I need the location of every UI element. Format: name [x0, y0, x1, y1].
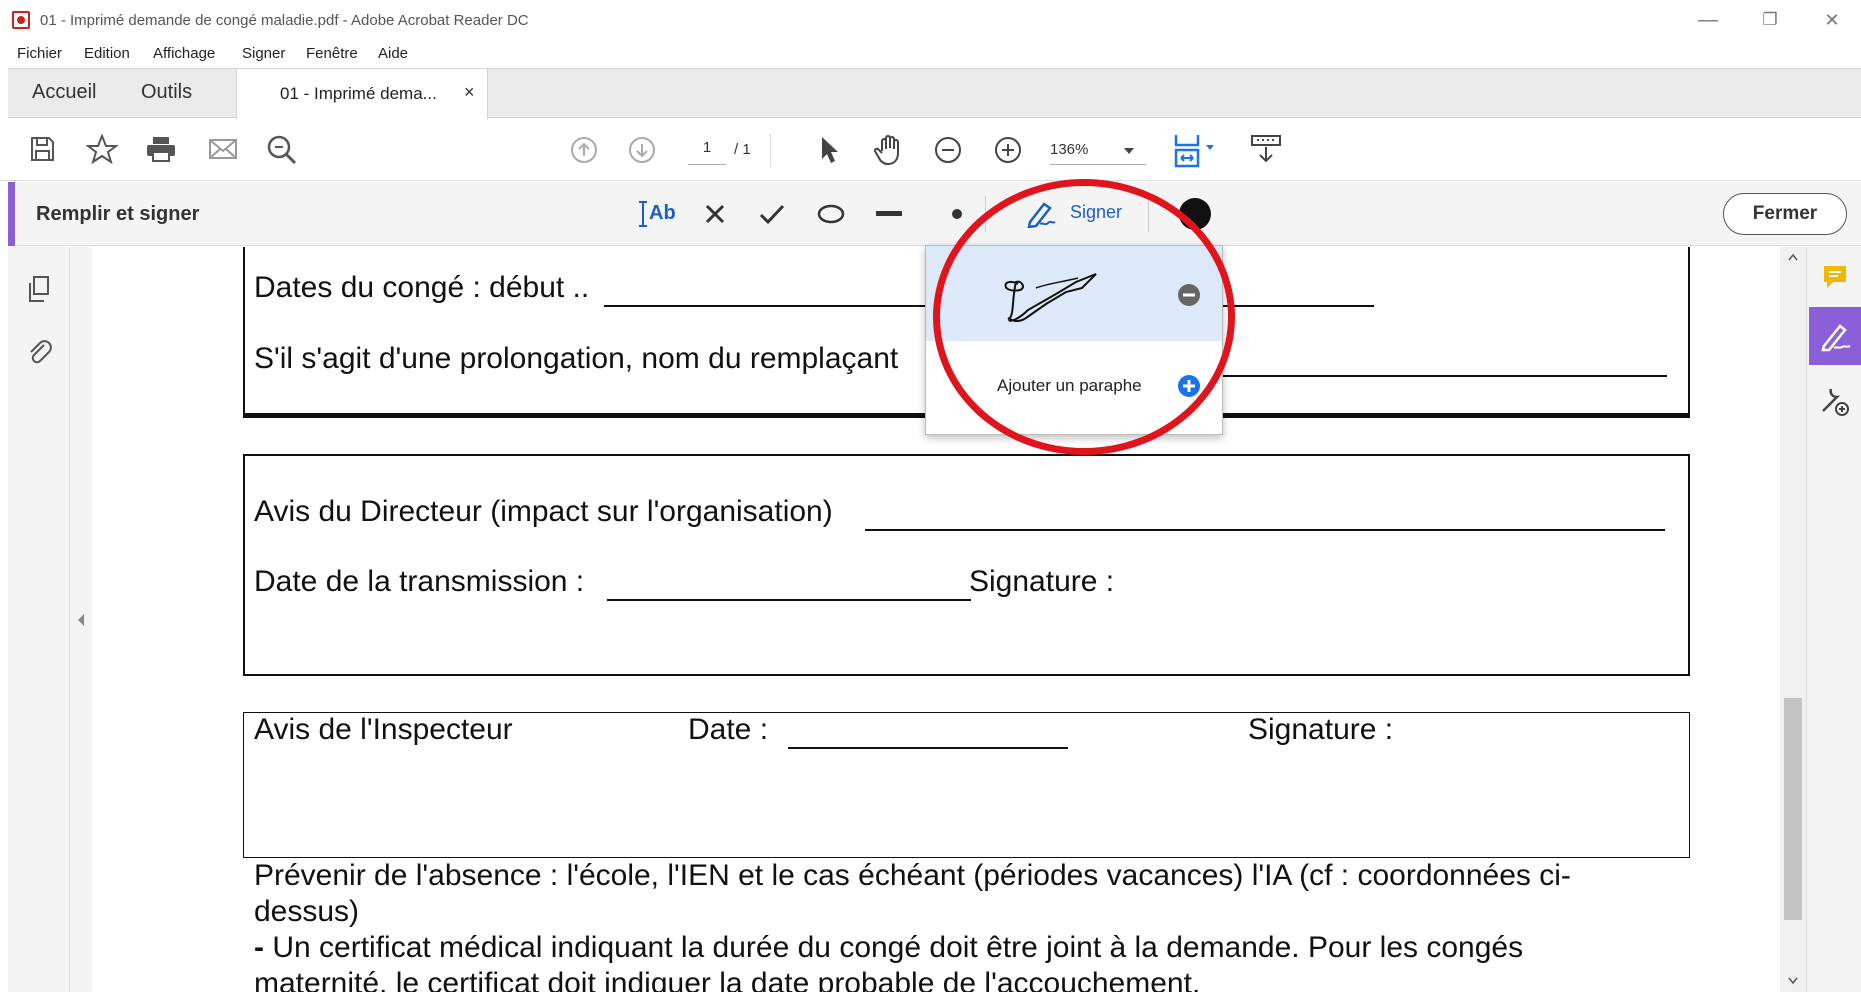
menu-fenetre[interactable]: Fenêtre: [306, 45, 358, 62]
scroll-up-arrow-icon[interactable]: [1788, 253, 1798, 261]
director-opinion-line: [865, 529, 1665, 531]
zoom-out-icon[interactable]: [933, 135, 963, 165]
menu-signer[interactable]: Signer: [242, 45, 285, 62]
menu-affichage[interactable]: Affichage: [153, 45, 215, 62]
zoom-level-select[interactable]: 136%: [1050, 139, 1146, 165]
page-display-icon[interactable]: [1172, 131, 1216, 169]
right-tools-panel: [1806, 247, 1861, 992]
hand-tool-icon[interactable]: [872, 133, 906, 167]
more-tools-icon[interactable]: [1819, 385, 1851, 417]
red-highlight-circle: [933, 179, 1235, 455]
scrollbar-thumb[interactable]: [1784, 698, 1802, 920]
document-tab-label: 01 - Imprimé dema...: [280, 84, 437, 103]
menu-bar: Fichier Edition Affichage Signer Fenêtre…: [0, 40, 1861, 68]
attachment-paperclip-icon[interactable]: [26, 337, 52, 365]
title-bar: 01 - Imprimé demande de congé maladie.pd…: [0, 0, 1861, 40]
certificate-line: - Un certificat médical indiquant la dur…: [254, 931, 1523, 965]
bullet-dash: -: [254, 931, 264, 964]
maternity-line: maternité, le certificat doit indiquer l…: [254, 967, 1201, 992]
pages-thumbnail-icon[interactable]: [26, 275, 52, 303]
comment-icon[interactable]: [1821, 263, 1849, 291]
close-tab-icon[interactable]: ×: [464, 82, 475, 103]
select-cursor-icon[interactable]: [818, 135, 840, 165]
collapse-left-arrow-icon[interactable]: [77, 613, 85, 627]
text-tool-label: Ab: [649, 202, 676, 224]
bookmark-star-icon[interactable]: [86, 134, 118, 164]
notice-line-2: dessus): [254, 895, 360, 928]
transmission-date-label: Date de la transmission :: [254, 565, 585, 598]
tab-tools[interactable]: Outils: [141, 81, 192, 104]
zoom-value: 136%: [1050, 141, 1089, 158]
section-border-right: [1688, 247, 1690, 417]
page-total: / 1: [734, 141, 751, 158]
save-icon[interactable]: [28, 135, 56, 163]
certificate-text: Un certificat médical indiquant la durée…: [264, 931, 1524, 964]
extension-label: S'il s'agit d'une prolongation, nom du r…: [254, 342, 899, 375]
acrobat-window: 01 - Imprimé demande de congé maladie.pd…: [0, 0, 1861, 992]
cross-mark-icon[interactable]: [704, 203, 726, 225]
transmission-date-line: [607, 599, 971, 601]
menu-fichier[interactable]: Fichier: [17, 45, 62, 62]
fill-sign-pen-icon: [1821, 324, 1851, 352]
notice-bold-text: Prévenir de l'absence :: [254, 859, 559, 892]
text-cursor-icon: [639, 201, 647, 227]
main-toolbar: 1 / 1 136%: [0, 119, 1861, 181]
close-fill-sign-button[interactable]: Fermer: [1723, 193, 1847, 235]
menu-edition[interactable]: Edition: [84, 45, 130, 62]
window-title: 01 - Imprimé demande de congé maladie.pd…: [40, 12, 529, 29]
search-icon[interactable]: [266, 134, 298, 166]
section-border-left: [243, 247, 245, 417]
menu-aide[interactable]: Aide: [378, 45, 408, 62]
inspector-signature-label: Signature :: [1248, 713, 1394, 746]
line-shape-icon[interactable]: [874, 211, 904, 217]
fill-sign-accent-bar: [8, 182, 15, 246]
leave-dates-label: Dates du congé : début ..: [254, 271, 590, 304]
minimize-button[interactable]: —: [1688, 8, 1728, 32]
collapse-panel-gutter[interactable]: [70, 247, 92, 992]
fill-sign-toolbar: Remplir et signer Ab Signer Fermer: [8, 182, 1861, 246]
toolbar-divider: [770, 133, 771, 167]
email-icon[interactable]: [208, 137, 238, 161]
scroll-down-arrow-icon[interactable]: [1788, 977, 1798, 985]
read-mode-icon[interactable]: [1250, 133, 1282, 165]
restore-button[interactable]: ❐: [1750, 8, 1790, 32]
tab-document[interactable]: 01 - Imprimé dema... ×: [236, 69, 488, 119]
inspector-date-line: [788, 747, 1068, 749]
director-signature-label: Signature :: [969, 565, 1115, 598]
notice-text: l'école, l'IEN et le cas échéant (périod…: [558, 859, 1571, 892]
inspector-opinion-label: Avis de l'Inspecteur: [254, 713, 513, 746]
fill-sign-title: Remplir et signer: [36, 203, 200, 225]
inspector-date-label: Date :: [688, 713, 769, 746]
acrobat-app-icon: [12, 11, 30, 29]
tab-home[interactable]: Accueil: [32, 81, 96, 104]
print-icon[interactable]: [145, 135, 177, 163]
fill-sign-panel-button[interactable]: [1809, 307, 1861, 365]
checkmark-icon[interactable]: [759, 203, 785, 225]
left-navigation-panel: [8, 247, 70, 992]
close-window-button[interactable]: ✕: [1812, 8, 1852, 32]
page-number-input[interactable]: 1: [688, 139, 726, 165]
circle-shape-icon[interactable]: [817, 204, 845, 224]
dot-shape-icon[interactable]: [951, 208, 963, 220]
tab-bar: Accueil Outils 01 - Imprimé dema... ×: [8, 68, 1861, 119]
previous-page-icon[interactable]: [570, 136, 598, 164]
zoom-in-icon[interactable]: [993, 135, 1023, 165]
director-opinion-label: Avis du Directeur (impact sur l'organisa…: [254, 495, 833, 528]
next-page-icon[interactable]: [628, 136, 656, 164]
zoom-dropdown-icon: [1124, 148, 1134, 154]
notice-line-1: Prévenir de l'absence : l'école, l'IEN e…: [254, 859, 1571, 893]
